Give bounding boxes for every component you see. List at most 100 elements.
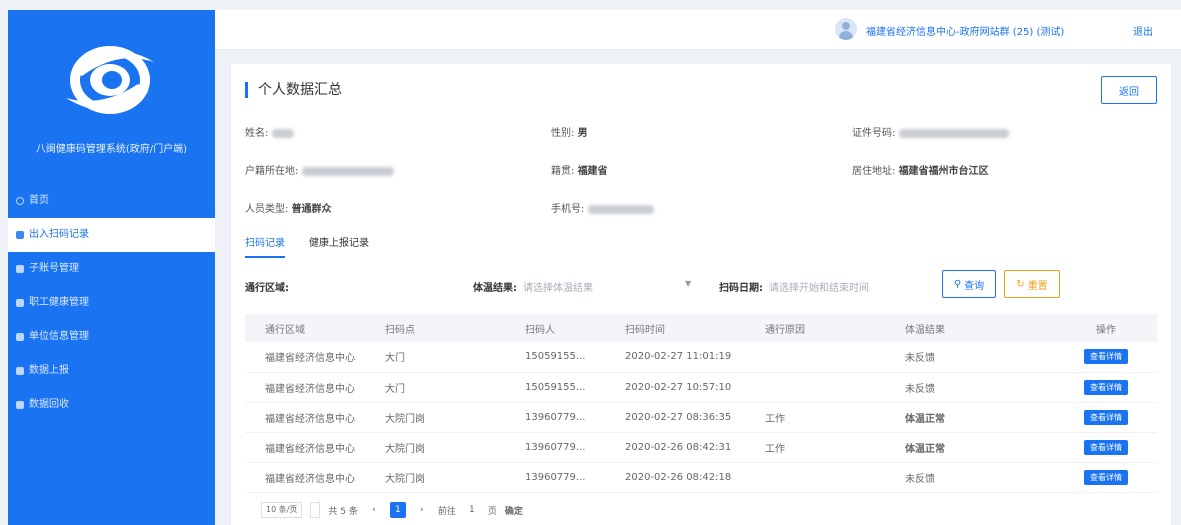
app-root: 八闽健康码管理系统(政府/门户端) 首页 出入扫码记录 子账号管理 职工健康管理… [0,0,1181,525]
cell-temp: 未反馈 [905,462,1055,493]
user-account-text[interactable]: 福建省经济信息中心-政府网站群 (25) (测试) [866,23,1064,38]
col-reason: 通行原因 [765,314,905,342]
page-size-dropdown-icon[interactable] [310,502,321,518]
info-address: 居住地址: 福建省福州市台江区 [852,162,989,177]
reset-button[interactable]: ↻ 重置 [1004,270,1060,298]
logout-link[interactable]: 退出 [1133,23,1153,38]
date-label: 扫码日期: [719,283,763,294]
sidebar-item-label: 单位信息管理 [29,331,89,342]
filter-area: 通行区域: [245,279,289,294]
cell-action: 查看详情 [1055,402,1157,433]
cell-action: 查看详情 [1055,432,1157,463]
sidebar-item-staff-health[interactable]: 职工健康管理 [8,286,215,320]
page-number-current[interactable]: 1 [389,502,406,518]
sidebar-item-data-report[interactable]: 数据上报 [8,354,215,388]
table-header-row: 通行区域 扫码点 扫码人 扫码时间 通行原因 体温结果 操作 [245,314,1157,342]
col-temp: 体温结果 [905,314,1055,342]
cell-scan-time: 2020-02-27 10:57:10 [625,372,765,403]
chevron-down-icon[interactable]: ▼ [685,279,691,288]
page-size-select[interactable]: 10 条/页 [261,502,303,518]
next-page-button[interactable]: › [414,502,430,518]
cell-scan-point: 大院门岗 [385,462,525,493]
table-row: 福建省经济信息中心 大门 15059155... 2020-02-27 11:0… [245,342,1157,373]
tab-health-reports[interactable]: 健康上报记录 [309,234,369,258]
view-detail-button[interactable]: 查看详情 [1084,349,1128,365]
info-gender: 性别: 男 [551,124,588,139]
cell-scan-point: 大院门岗 [385,432,525,463]
gender-label: 性别: [551,128,575,139]
date-range-input[interactable]: 请选择开始和结束时间 [769,283,869,294]
gender-value: 男 [577,128,588,139]
cell-area: 福建省经济信息中心 [245,372,385,403]
sidebar-item-label: 首页 [29,195,49,206]
cell-temp: 未反馈 [905,342,1055,373]
sidebar-item-home[interactable]: 首页 [8,184,215,218]
total-count: 共 5 条 [328,506,358,517]
query-label: 查询 [964,280,985,292]
table-row: 福建省经济信息中心 大院门岗 13960779... 2020-02-27 08… [245,402,1157,433]
cell-scan-time: 2020-02-26 08:42:31 [625,432,765,463]
name-label: 姓名: [245,128,269,139]
sidebar-item-label: 数据回收 [29,399,69,410]
records-icon [16,231,24,239]
report-icon [16,367,24,375]
col-scan-point: 扫码点 [385,314,525,342]
domicile-redacted [302,166,395,176]
sidebar-item-sub-accounts[interactable]: 子账号管理 [8,252,215,286]
cell-action: 查看详情 [1055,342,1157,373]
address-value: 福建省福州市台江区 [898,166,989,177]
cell-scan-point: 大院门岗 [385,402,525,433]
col-scanner: 扫码人 [525,314,625,342]
reset-label: 重置 [1027,280,1048,292]
cell-scan-point: 大门 [385,342,525,373]
cell-temp: 体温正常 [905,432,1055,463]
native-value: 福建省 [577,166,608,177]
cell-scanner-link[interactable]: 13960779... [525,462,625,493]
view-detail-button[interactable]: 查看详情 [1084,379,1128,395]
page-unit-label: 页 [487,506,497,517]
view-detail-button[interactable]: 查看详情 [1084,409,1128,425]
temp-select[interactable]: 请选择体温结果 [523,283,593,294]
confirm-button[interactable]: 确定 [505,504,523,517]
view-detail-button[interactable]: 查看详情 [1084,439,1128,455]
address-label: 居住地址: [852,166,896,177]
sidebar-item-label: 子账号管理 [29,263,79,274]
cell-temp: 体温正常 [905,402,1055,433]
filter-temp[interactable]: 体温结果: 请选择体温结果 [473,279,593,294]
health-icon [16,299,24,307]
query-button[interactable]: ⚲ 查询 [942,270,996,298]
cell-area: 福建省经济信息中心 [245,402,385,433]
top-header: 福建省经济信息中心-政府网站群 (25) (测试) 退出 [215,10,1181,50]
col-area: 通行区域 [245,314,385,342]
table-row: 福建省经济信息中心 大院门岗 13960779... 2020-02-26 08… [245,432,1157,463]
cell-area: 福建省经济信息中心 [245,342,385,373]
avatar[interactable] [835,18,857,40]
cell-scanner-link[interactable]: 15059155... [525,342,625,373]
tab-scan-records[interactable]: 扫码记录 [245,234,285,258]
record-tabs: 扫码记录 健康上报记录 [245,234,369,258]
cell-scanner-link[interactable]: 13960779... [525,402,625,433]
info-type: 人员类型: 普通群众 [245,200,332,215]
filter-date[interactable]: 扫码日期: 请选择开始和结束时间 [719,279,869,294]
view-detail-button[interactable]: 查看详情 [1084,469,1128,485]
goto-page-input[interactable]: 1 [464,502,480,518]
sidebar-item-label: 职工健康管理 [29,297,89,308]
sidebar-item-scan-records[interactable]: 出入扫码记录 [8,218,215,252]
info-native: 籍贯: 福建省 [551,162,608,177]
prev-page-button[interactable]: ‹ [366,502,382,518]
back-button[interactable]: 返回 [1101,76,1157,104]
type-label: 人员类型: [245,204,289,215]
cell-scanner-link[interactable]: 15059155... [525,372,625,403]
area-label: 通行区域: [245,283,289,294]
temp-label: 体温结果: [473,283,517,294]
cell-scanner-link[interactable]: 13960779... [525,432,625,463]
table-row: 福建省经济信息中心 大院门岗 13960779... 2020-02-26 08… [245,462,1157,493]
id-redacted [899,128,1010,138]
search-icon: ⚲ [953,278,962,290]
info-phone: 手机号: [551,200,655,215]
org-icon [16,333,24,341]
sidebar-item-data-recycle[interactable]: 数据回收 [8,388,215,422]
sidebar-item-org-info[interactable]: 单位信息管理 [8,320,215,354]
type-value: 普通群众 [291,204,332,215]
col-action: 操作 [1055,314,1157,342]
